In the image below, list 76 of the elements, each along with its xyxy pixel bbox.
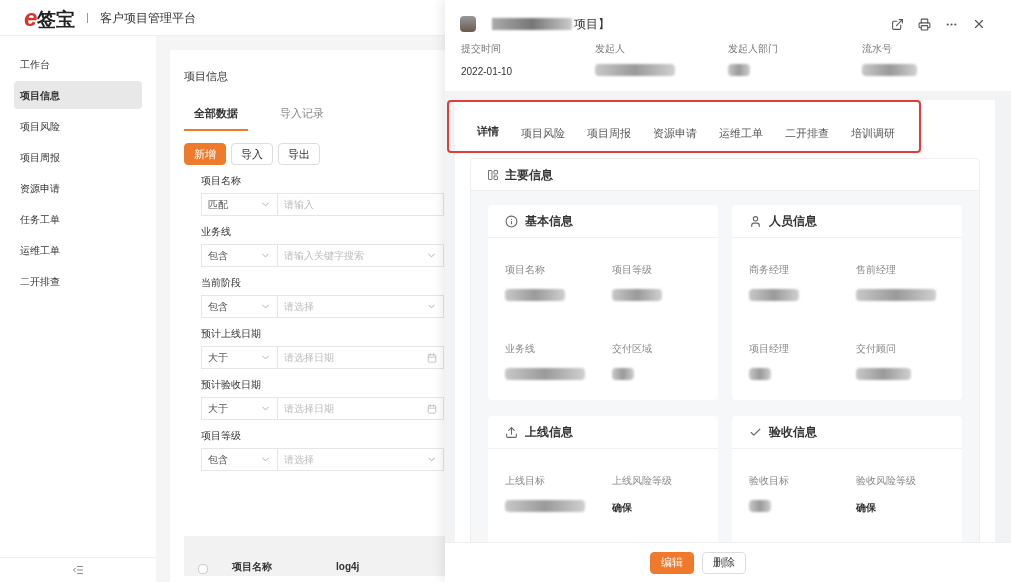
chevron-down-icon <box>260 250 271 261</box>
field-label: 验收目标 <box>749 474 789 488</box>
field-value: 确保 <box>855 501 876 515</box>
field-label: 交付顾问 <box>855 342 896 356</box>
column-header: log4j <box>336 560 360 574</box>
tab[interactable]: 培训调研 <box>841 124 905 153</box>
field-label: 上线目标 <box>505 474 545 488</box>
column-header: 项目名称 <box>232 560 273 574</box>
tab[interactable]: 运维工单 <box>709 124 773 153</box>
meta-label: 发起人 <box>594 42 625 56</box>
calendar-icon <box>427 352 437 363</box>
calendar-icon <box>427 403 437 414</box>
sidebar-item[interactable]: 项目信息 <box>14 81 142 109</box>
field-value: 确保 <box>611 501 632 515</box>
field-label: 售前经理 <box>855 263 896 277</box>
tab[interactable]: 导入记录 <box>270 104 334 131</box>
panel-icon <box>487 168 499 181</box>
secondary-button[interactable]: 导出 <box>278 143 320 165</box>
field-label: 项目经理 <box>749 342 789 356</box>
meta-label: 提交时间 <box>461 42 501 56</box>
operator-select[interactable]: 匹配 <box>201 193 278 216</box>
tab[interactable]: 项目风险 <box>511 124 575 153</box>
sidebar-item[interactable]: 资源申请 <box>14 174 142 202</box>
meta-value: 2022-01-10 <box>461 65 513 79</box>
field-label: 项目名称 <box>505 263 545 277</box>
filter-label: 预计上线日期 <box>201 327 261 341</box>
filter-label: 项目等级 <box>201 429 241 443</box>
secondary-button[interactable]: 导入 <box>231 143 273 165</box>
printer-icon[interactable] <box>918 17 931 31</box>
meta-label: 发起人部门 <box>728 42 778 56</box>
sidebar-item[interactable]: 项目周报 <box>14 143 142 171</box>
tab[interactable]: 详情 <box>467 122 509 153</box>
close-icon[interactable] <box>972 17 986 31</box>
platform-title: 客户项目管理平台 <box>100 9 197 27</box>
operator-select[interactable]: 包含 <box>201 244 278 267</box>
sidebar-item[interactable]: 工作台 <box>14 50 142 78</box>
field-label: 上线风险等级 <box>611 474 672 488</box>
secondary-button[interactable]: 删除 <box>702 551 746 574</box>
operator-select[interactable]: 包含 <box>201 448 278 471</box>
filter-label: 当前阶段 <box>201 276 241 290</box>
field-label: 交付区域 <box>611 342 652 356</box>
collapse-icon[interactable] <box>72 564 84 576</box>
filter-label: 预计验收日期 <box>201 378 261 392</box>
sidebar-item[interactable]: 二开排查 <box>14 267 142 295</box>
meta-label: 流水号 <box>861 42 892 56</box>
card-title: 基本信息 <box>525 213 573 230</box>
tab[interactable]: 二开排查 <box>775 124 839 153</box>
operator-select[interactable]: 大于 <box>201 397 278 420</box>
open-window-icon[interactable] <box>891 17 904 31</box>
card-title: 人员信息 <box>769 213 817 230</box>
operator-select[interactable]: 大于 <box>201 346 278 369</box>
user-icon <box>749 214 762 228</box>
tab[interactable]: 项目周报 <box>577 124 641 153</box>
field-label: 业务线 <box>505 342 535 356</box>
chevron-down-icon <box>426 250 437 261</box>
drawer-title: 项目】 <box>574 16 610 33</box>
field-label: 验收风险等级 <box>855 474 916 488</box>
card-title: 上线信息 <box>525 424 573 441</box>
sidebar-item[interactable]: 项目风险 <box>14 112 142 140</box>
operator-select[interactable]: 包含 <box>201 295 278 318</box>
info-icon <box>505 214 518 228</box>
filter-label: 业务线 <box>201 225 231 239</box>
tab[interactable]: 资源申请 <box>643 124 707 153</box>
checkbox[interactable] <box>198 564 208 574</box>
document-icon <box>460 16 476 32</box>
card-title: 验收信息 <box>769 424 817 441</box>
logo: e签宝 <box>24 5 76 30</box>
tab[interactable]: 全部数据 <box>184 104 248 131</box>
section-title: 主要信息 <box>505 166 553 184</box>
sidebar-item[interactable]: 任务工单 <box>14 205 142 233</box>
upload-icon <box>505 425 518 439</box>
page-title: 项目信息 <box>184 69 228 84</box>
field-label: 项目等级 <box>611 263 652 277</box>
field-label: 商务经理 <box>749 263 789 277</box>
sidebar-item[interactable]: 运维工单 <box>14 236 142 264</box>
filter-label: 项目名称 <box>201 174 241 188</box>
